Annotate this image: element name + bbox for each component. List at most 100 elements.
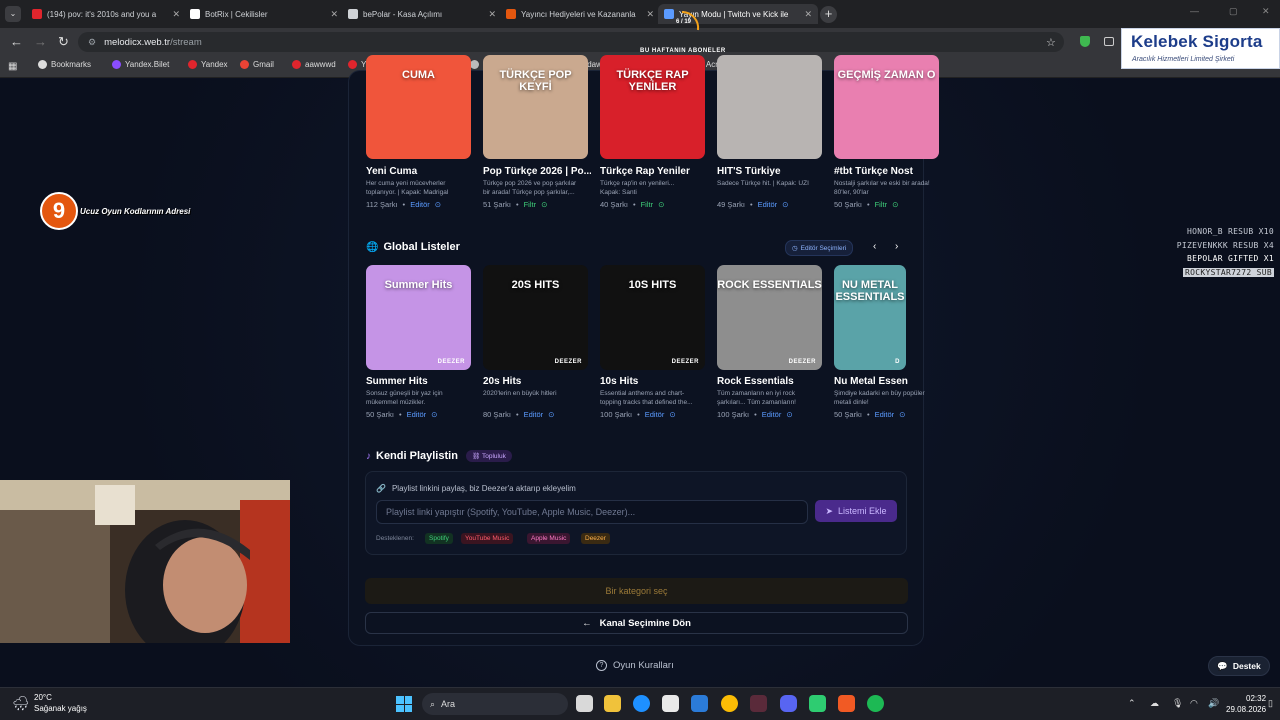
- playlist-title[interactable]: Türkçe Rap Yeniler: [600, 166, 708, 177]
- playlist-title[interactable]: Nu Metal Essent: [834, 376, 908, 387]
- taskbar-search[interactable]: ⌕ Ara: [422, 693, 568, 715]
- deezer-tag: DEEZER: [554, 359, 582, 365]
- bookmark-item[interactable]: Yandex.Bilet: [112, 60, 169, 69]
- chrome-icon[interactable]: [721, 695, 738, 712]
- microphone-icon[interactable]: 🎙: [1172, 698, 1183, 709]
- globe-icon: [470, 60, 479, 69]
- bookmark-star-icon[interactable]: ☆: [1046, 36, 1056, 49]
- kick-icon[interactable]: [809, 695, 826, 712]
- cover-title: Summer Hits: [384, 279, 453, 291]
- playlist-description: Her cuma yeni mücevherler toplanıyor. | …: [366, 180, 449, 196]
- file-explorer-icon[interactable]: [604, 695, 621, 712]
- playlist-cover[interactable]: [717, 55, 822, 159]
- task-view-icon[interactable]: [576, 695, 593, 712]
- choose-category-button[interactable]: Bir kategori seç: [365, 578, 908, 604]
- tab-close-icon[interactable]: ✕: [646, 9, 654, 20]
- browser-tab[interactable]: Yayıncı Hediyeleri ve Kazananla ✕: [500, 4, 660, 24]
- playlist-title[interactable]: Pop Türkçe 2026 | Po...: [483, 166, 591, 177]
- webcam-image: [0, 480, 290, 643]
- forward-arrow-icon[interactable]: →: [34, 35, 47, 49]
- bookmark-item[interactable]: Bookmarks: [38, 60, 91, 69]
- check-circle-icon: ⊙: [434, 200, 442, 209]
- playlist-title[interactable]: Summer Hits: [366, 376, 474, 387]
- playlist-cover[interactable]: GEÇMİŞ ZAMAN O: [834, 55, 939, 159]
- playlist-title[interactable]: 20s Hits: [483, 376, 591, 387]
- extensions-icon[interactable]: [1104, 37, 1114, 46]
- playlist-cover[interactable]: TÜRKÇE POP KEYFİ: [483, 55, 588, 159]
- browser-tab[interactable]: BotRix | Cekilisler ✕: [184, 4, 344, 24]
- tab-close-icon[interactable]: ✕: [172, 9, 180, 20]
- playlist-url-input[interactable]: Playlist linki yapıştır (Spotify, YouTub…: [376, 500, 808, 524]
- song-count: 50 Şarkı: [834, 200, 862, 209]
- back-arrow-icon[interactable]: ←: [10, 35, 23, 49]
- playlist-cover[interactable]: NU METAL ESSENTIALS D: [834, 265, 906, 370]
- notifications-icon[interactable]: ▯: [1268, 698, 1273, 709]
- playlist-title[interactable]: 10s Hits: [600, 376, 708, 387]
- playlist-cover[interactable]: ROCK ESSENTIALS DEEZER: [717, 265, 822, 370]
- platform-chip: YouTube Music: [461, 533, 514, 544]
- bookmark-item[interactable]: aawwwd: [292, 60, 336, 69]
- maximize-icon[interactable]: ▢: [1229, 6, 1238, 17]
- clock[interactable]: 02:32 29.08.2026: [1226, 693, 1266, 715]
- add-playlist-button[interactable]: ➤ Listemi Ekle: [815, 500, 897, 522]
- new-tab-button[interactable]: +: [820, 6, 837, 23]
- playlist-title[interactable]: #tbt Türkçe Nost: [834, 166, 942, 177]
- game-rules-link[interactable]: ? Oyun Kuralları: [596, 660, 674, 671]
- check-circle-icon: ⊙: [658, 200, 665, 209]
- playlist-description: Şimdiye kadarki en büy popüler metali di…: [834, 390, 925, 406]
- tab-favicon-icon: [32, 9, 42, 19]
- playlist-title[interactable]: HIT'S Türkiye: [717, 166, 825, 177]
- separator-dot: •: [632, 200, 636, 209]
- bookmark-label: aawwwd: [305, 60, 336, 69]
- tray-expand-icon[interactable]: ⌃: [1128, 698, 1136, 709]
- address-bar[interactable]: ⚙ melodicx.web.tr/stream: [78, 32, 1064, 52]
- prev-arrow-icon[interactable]: ‹: [873, 241, 876, 252]
- windows-start-icon[interactable]: [396, 696, 412, 712]
- discord-icon[interactable]: [780, 695, 797, 712]
- playlist-hint-text: Playlist linkini paylaş, biz Deezer'a ak…: [391, 484, 576, 493]
- support-button[interactable]: 💬 Destek: [1208, 656, 1270, 676]
- volume-icon[interactable]: 🔊: [1208, 698, 1219, 709]
- spotify-icon[interactable]: [867, 695, 884, 712]
- community-tag-label: Topluluk: [481, 453, 506, 460]
- song-count: 100 Şarkı: [717, 410, 750, 419]
- playlist-cover[interactable]: CUMA: [366, 55, 471, 159]
- playlist-cover[interactable]: 20S HITS DEEZER: [483, 265, 588, 370]
- tab-close-icon[interactable]: ✕: [330, 9, 338, 20]
- close-window-icon[interactable]: ✕: [1262, 6, 1270, 17]
- minimize-icon[interactable]: —: [1190, 6, 1199, 16]
- apps-grid-icon[interactable]: ▦: [8, 61, 17, 72]
- tab-close-icon[interactable]: ✕: [488, 9, 496, 20]
- brave-icon[interactable]: [838, 695, 855, 712]
- browser-tab[interactable]: (194) pov: it's 2010s and you a ✕: [26, 4, 186, 24]
- browser-tab[interactable]: bePolar - Kasa Açılımı ✕: [342, 4, 502, 24]
- bookmark-item[interactable]: Gmail: [240, 60, 274, 69]
- shield-extension-icon[interactable]: [1080, 36, 1090, 47]
- playlist-cover[interactable]: Summer Hits DEEZER: [366, 265, 471, 370]
- playlist-cover[interactable]: TÜRKÇE RAP YENİLER: [600, 55, 705, 159]
- editor-picks-filter[interactable]: ◷ Editör Seçimleri: [785, 240, 854, 256]
- site-info-icon[interactable]: ⚙: [88, 37, 96, 48]
- send-icon: ➤: [825, 505, 834, 516]
- onedrive-icon[interactable]: ☁: [1150, 698, 1159, 709]
- bookmark-item[interactable]: Yandex: [188, 60, 228, 69]
- url-path: /stream: [170, 36, 202, 48]
- platform-chip: Deezer: [581, 533, 610, 544]
- playlist-title[interactable]: Rock Essentials: [717, 376, 825, 387]
- store-icon[interactable]: [662, 695, 679, 712]
- playlist-title[interactable]: Yeni Cuma: [366, 166, 474, 177]
- tab-title: BotRix | Cekilisler: [205, 9, 268, 19]
- sub-event-item: ROCKYSTAR7272 SUB: [1183, 267, 1274, 277]
- mail-icon[interactable]: [691, 695, 708, 712]
- edge-icon[interactable]: [633, 695, 650, 712]
- tab-close-icon[interactable]: ✕: [804, 9, 812, 20]
- next-arrow-icon[interactable]: ›: [895, 241, 898, 252]
- yandex-bilet-icon: [112, 60, 121, 69]
- playlist-cover[interactable]: 10S HITS DEEZER: [600, 265, 705, 370]
- wifi-icon[interactable]: ◠: [1190, 698, 1198, 709]
- reload-icon[interactable]: ↻: [58, 35, 69, 49]
- tab-search-button[interactable]: ⌄: [5, 6, 21, 22]
- playlist-meta: 50 Şarkı • Editör ⊙: [834, 410, 905, 419]
- editor-app-icon[interactable]: [750, 695, 767, 712]
- back-to-channel-button[interactable]: ← Kanal Seçimine Dön: [365, 612, 908, 634]
